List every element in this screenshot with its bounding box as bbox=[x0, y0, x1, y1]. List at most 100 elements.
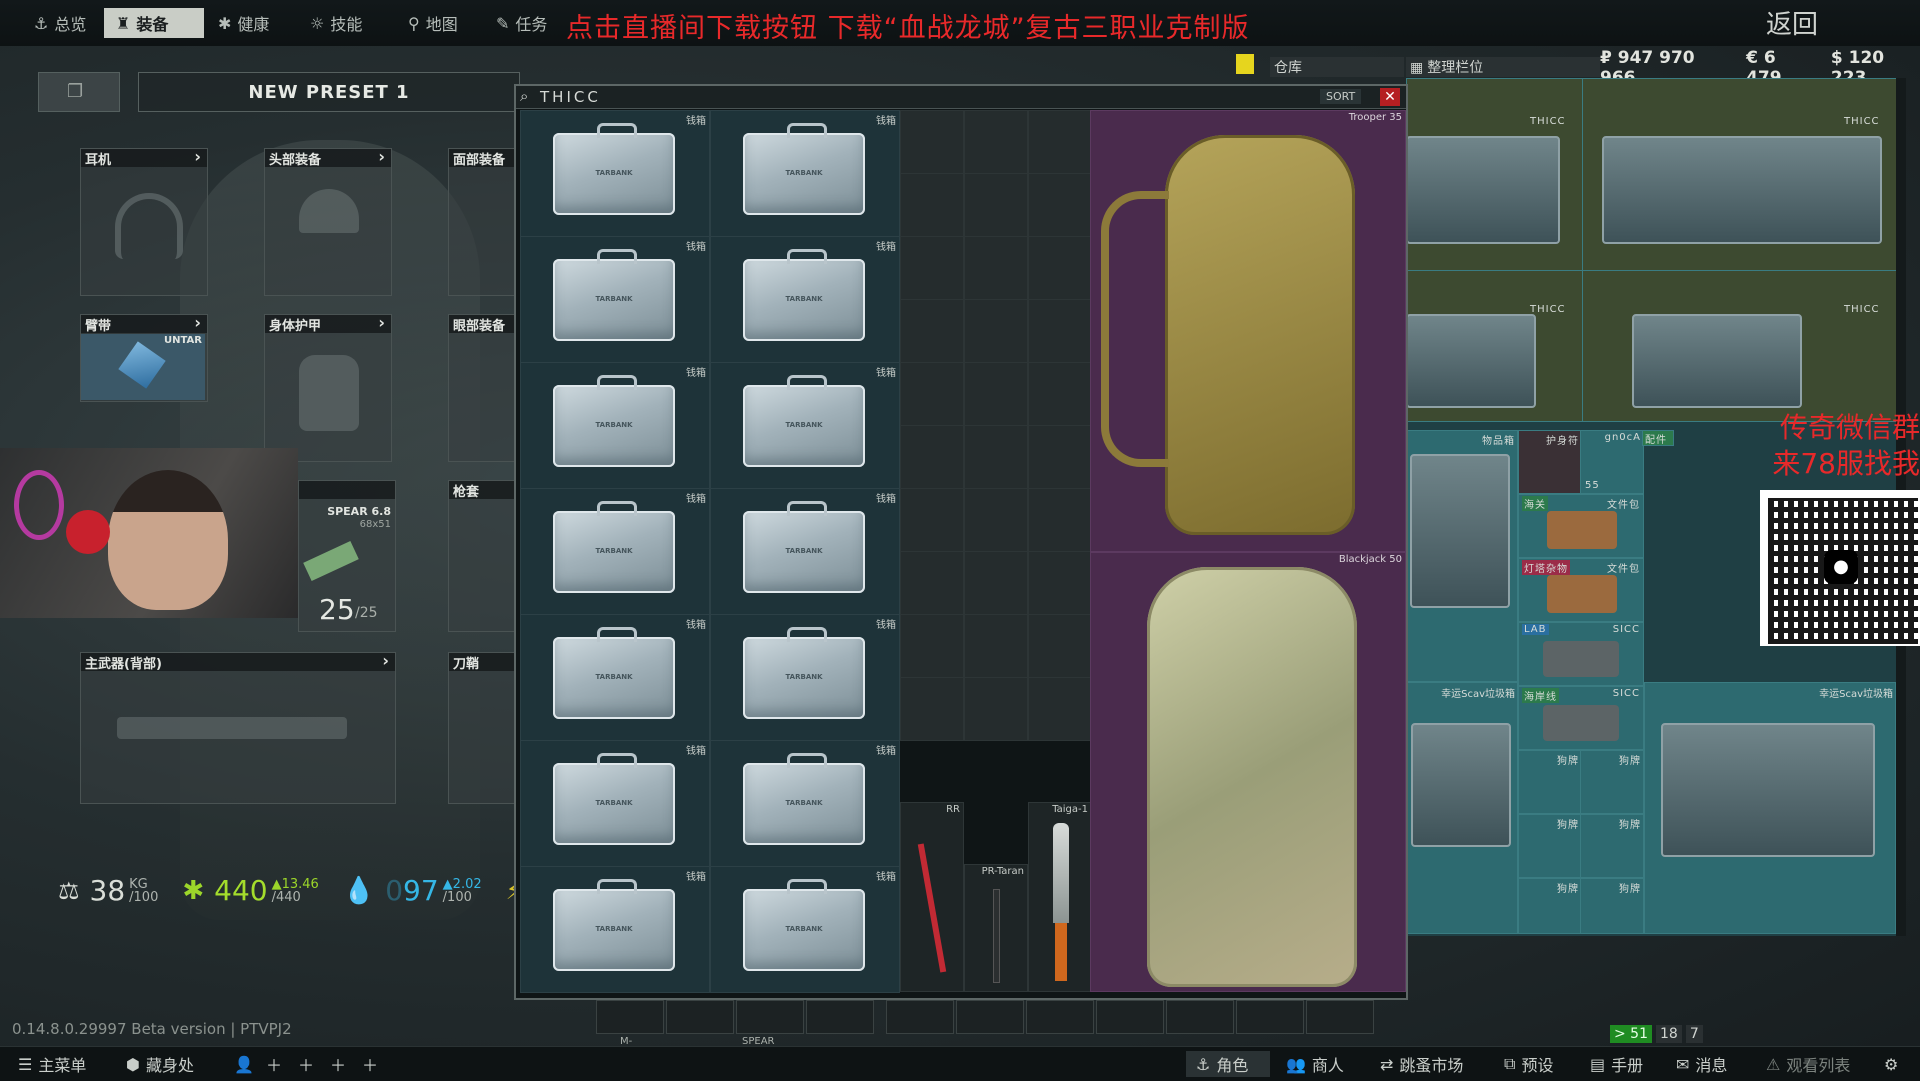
add-friend-icon[interactable]: ＋ bbox=[256, 1051, 284, 1077]
back-button[interactable]: 返回 bbox=[1766, 4, 1818, 41]
stash-scav-junkbox[interactable]: 幸运Scav垃圾箱 bbox=[1644, 682, 1896, 934]
slot-armband[interactable]: 臂带 UNTAR bbox=[80, 313, 208, 402]
quick-slot[interactable] bbox=[956, 1000, 1024, 1034]
tab-overview[interactable]: ⚓ 总览 bbox=[22, 8, 106, 38]
wallet-item[interactable]: 钱箱 TARBANK bbox=[520, 740, 710, 867]
slot-holster[interactable]: 枪套 bbox=[448, 480, 520, 632]
quick-slot[interactable] bbox=[886, 1000, 954, 1034]
quick-slot[interactable] bbox=[1026, 1000, 1094, 1034]
stash-dogtag-case[interactable]: 狗牌 bbox=[1580, 750, 1644, 814]
empty-grid-cell[interactable] bbox=[1028, 551, 1092, 615]
empty-grid-cell[interactable] bbox=[1028, 488, 1092, 552]
empty-grid-cell[interactable] bbox=[900, 614, 964, 678]
watchlist-button[interactable]: ⚠ 观看列表 bbox=[1756, 1051, 1868, 1077]
empty-grid-cell[interactable] bbox=[1028, 362, 1092, 426]
backpack-trooper-35[interactable]: Trooper 35 bbox=[1090, 110, 1406, 552]
tab-health[interactable]: ✱ 健康 bbox=[206, 8, 296, 38]
empty-grid-cell[interactable] bbox=[964, 551, 1028, 615]
slot-on-sling[interactable]: SPEAR 6.8 68x51 25 /25 bbox=[298, 480, 396, 632]
stash-dogtag-case[interactable]: 狗牌 bbox=[1580, 878, 1644, 934]
add-friend-icon[interactable]: ＋ bbox=[352, 1051, 380, 1077]
empty-grid-cell[interactable] bbox=[1028, 110, 1092, 174]
stash-dogtag-case[interactable]: 狗牌 bbox=[1580, 814, 1644, 878]
wallet-item[interactable]: 钱箱 TARBANK bbox=[710, 362, 900, 489]
empty-grid-cell[interactable] bbox=[900, 425, 964, 489]
wallet-item[interactable]: 钱箱 TARBANK bbox=[710, 614, 900, 741]
close-button[interactable]: ✕ bbox=[1380, 88, 1400, 106]
window-titlebar[interactable] bbox=[516, 86, 1406, 109]
flea-market-button[interactable]: ⇄ 跳蚤市场 bbox=[1370, 1051, 1494, 1077]
empty-grid-cell[interactable] bbox=[964, 110, 1028, 174]
stash-sicc[interactable]: 海岸线 SICC bbox=[1518, 686, 1644, 750]
empty-grid-cell[interactable] bbox=[1028, 677, 1092, 741]
empty-grid-cell[interactable] bbox=[900, 110, 964, 174]
wallet-item[interactable]: 钱箱 TARBANK bbox=[710, 740, 900, 867]
armband-item[interactable]: UNTAR bbox=[81, 334, 205, 400]
quick-slot[interactable] bbox=[1306, 1000, 1374, 1034]
traders-button[interactable]: 👥 商人 bbox=[1276, 1051, 1370, 1077]
stash-mouse[interactable]: gn0cA 55 bbox=[1580, 430, 1644, 494]
stash-sicc[interactable]: LAB SICC bbox=[1518, 622, 1644, 686]
slot-eyewear[interactable]: 眼部装备 bbox=[448, 314, 520, 462]
wallet-item[interactable]: 钱箱 TARBANK bbox=[710, 488, 900, 615]
presets-button[interactable]: ⧉ 预设 bbox=[1494, 1051, 1578, 1077]
stash-amulet[interactable]: 护身符 bbox=[1518, 430, 1582, 494]
empty-grid-cell[interactable] bbox=[964, 236, 1028, 300]
preset-copy-button[interactable]: ❐ bbox=[38, 72, 120, 112]
slot-primary-back[interactable]: 主武器(背部) bbox=[80, 651, 396, 804]
stash-dogtag-case[interactable]: 狗牌 bbox=[1518, 814, 1582, 878]
empty-grid-cell[interactable] bbox=[1028, 236, 1092, 300]
empty-grid-cell[interactable] bbox=[900, 551, 964, 615]
empty-grid-cell[interactable] bbox=[964, 488, 1028, 552]
empty-grid-cell[interactable] bbox=[900, 236, 964, 300]
stash-doc-case[interactable]: 海关 文件包 bbox=[1518, 494, 1644, 558]
stash-dogtag-case[interactable]: 狗牌 bbox=[1518, 878, 1582, 934]
wallet-item[interactable]: 钱箱 TARBANK bbox=[520, 362, 710, 489]
search-icon[interactable]: ⌕ bbox=[520, 87, 528, 105]
main-menu-button[interactable]: ☰ 主菜单 bbox=[8, 1051, 108, 1077]
quick-slot[interactable] bbox=[596, 1000, 664, 1034]
slot-melee[interactable]: 刀鞘 bbox=[448, 652, 520, 804]
slot-face-cover[interactable]: 面部装备 bbox=[448, 148, 520, 296]
empty-grid-cell[interactable] bbox=[1028, 614, 1092, 678]
empty-grid-cell[interactable] bbox=[900, 488, 964, 552]
empty-grid-cell[interactable] bbox=[900, 173, 964, 237]
add-friend-icon[interactable]: ＋ bbox=[288, 1051, 316, 1077]
hideout-button[interactable]: ⬢ 藏身处 bbox=[116, 1051, 216, 1077]
empty-grid-cell[interactable] bbox=[964, 173, 1028, 237]
wallet-item[interactable]: 钱箱 TARBANK bbox=[520, 488, 710, 615]
wallet-item[interactable]: 钱箱 TARBANK bbox=[520, 236, 710, 363]
empty-grid-cell[interactable] bbox=[964, 677, 1028, 741]
quick-slot[interactable] bbox=[1096, 1000, 1164, 1034]
quick-slot[interactable] bbox=[666, 1000, 734, 1034]
empty-grid-cell[interactable] bbox=[1028, 425, 1092, 489]
slot-body-armor[interactable]: 身体护甲 bbox=[264, 313, 392, 462]
empty-grid-cell[interactable] bbox=[964, 425, 1028, 489]
settings-button[interactable]: ⚙ bbox=[1874, 1051, 1914, 1077]
arrange-slots-button[interactable]: ▦ 整理栏位 bbox=[1406, 57, 1600, 77]
messages-button[interactable]: ✉ 消息 bbox=[1666, 1051, 1752, 1077]
backpack-blackjack-50[interactable]: Blackjack 50 bbox=[1090, 552, 1406, 992]
empty-grid-cell[interactable] bbox=[900, 362, 964, 426]
quick-slot[interactable] bbox=[1236, 1000, 1304, 1034]
empty-grid-cell[interactable] bbox=[900, 299, 964, 363]
tab-tasks[interactable]: ✎ 任务 bbox=[484, 8, 568, 38]
wallet-item[interactable]: 钱箱 TARBANK bbox=[520, 614, 710, 741]
tool-rr[interactable]: RR bbox=[900, 802, 964, 992]
quick-slot[interactable] bbox=[806, 1000, 874, 1034]
stash-doc-case[interactable]: 灯塔杂物 文件包 bbox=[1518, 558, 1644, 622]
empty-grid-cell[interactable] bbox=[1028, 299, 1092, 363]
empty-grid-cell[interactable] bbox=[964, 299, 1028, 363]
tool-pr-taran[interactable]: PR-Taran bbox=[964, 864, 1028, 992]
stash-scav-junkbox[interactable]: 幸运Scav垃圾箱 bbox=[1406, 682, 1518, 934]
wallet-item[interactable]: 钱箱 TARBANK bbox=[710, 236, 900, 363]
wallet-item[interactable]: 钱箱 TARBANK bbox=[710, 866, 900, 993]
character-button[interactable]: ⚓ 角色 bbox=[1186, 1051, 1270, 1077]
quick-slot[interactable] bbox=[1166, 1000, 1234, 1034]
empty-grid-cell[interactable] bbox=[964, 614, 1028, 678]
tab-skills[interactable]: ☼ 技能 bbox=[298, 8, 394, 38]
wallet-item[interactable]: 钱箱 TARBANK bbox=[520, 866, 710, 993]
stash-dogtag-case[interactable]: 狗牌 bbox=[1518, 750, 1582, 814]
preset-title[interactable]: NEW PRESET 1 bbox=[138, 72, 520, 112]
wallet-item[interactable]: 钱箱 TARBANK bbox=[710, 110, 900, 237]
